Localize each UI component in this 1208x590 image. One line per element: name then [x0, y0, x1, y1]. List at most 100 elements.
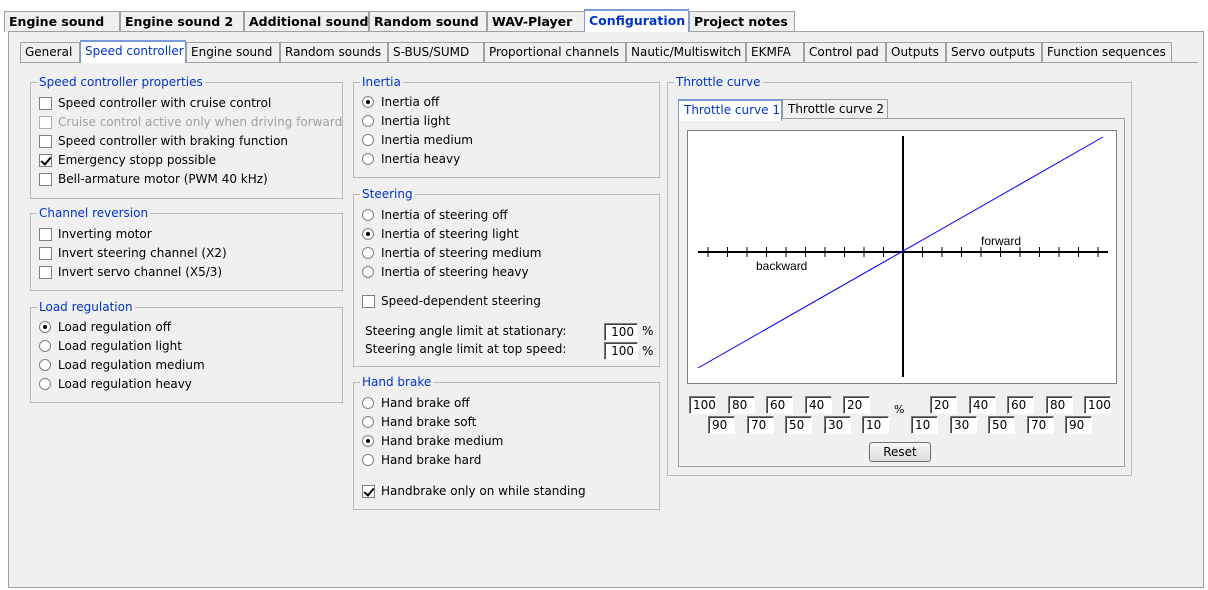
curve-point-input[interactable]: 20 — [843, 396, 870, 414]
hand-brake-medium-radio[interactable]: Hand brake medium — [362, 432, 503, 450]
tab-throttle-curve-2[interactable]: Throttle curve 2 — [782, 99, 888, 119]
curve-point-input[interactable]: 80 — [1046, 396, 1073, 414]
tab-configuration[interactable]: Configuration — [584, 9, 689, 32]
subtab-outputs[interactable]: Outputs — [886, 42, 946, 63]
tab-throttle-curve-1[interactable]: Throttle curve 1 — [678, 99, 782, 121]
curve-point-input[interactable]: 100 — [689, 396, 716, 414]
radio-button[interactable] — [362, 416, 374, 428]
steering-inertia-light-radio[interactable]: Inertia of steering light — [362, 225, 519, 243]
load-regulation-off-radio[interactable]: Load regulation off — [39, 318, 171, 336]
steering-inertia-medium-radio[interactable]: Inertia of steering medium — [362, 244, 541, 262]
speed-dependent-steering-checkbox[interactable]: Speed-dependent steering — [362, 292, 541, 310]
tab-project-notes[interactable]: Project notes — [689, 11, 795, 32]
radio-button[interactable] — [362, 96, 374, 108]
subtab-engine-sound[interactable]: Engine sound — [186, 42, 280, 63]
subtab-proportional-channels[interactable]: Proportional channels — [484, 42, 626, 63]
steering-inertia-heavy-radio[interactable]: Inertia of steering heavy — [362, 263, 529, 281]
hand-brake-soft-radio[interactable]: Hand brake soft — [362, 413, 476, 431]
handbrake-only-standing-checkbox[interactable]: Handbrake only on while standing — [362, 482, 586, 500]
inertia-off-radio[interactable]: Inertia off — [362, 93, 439, 111]
curve-point-input[interactable]: 40 — [805, 396, 832, 414]
subtab-random-sounds[interactable]: Random sounds — [280, 42, 388, 63]
limit-stationary-input[interactable]: 100 — [604, 323, 638, 341]
radio-button[interactable] — [39, 359, 51, 371]
subtab-control-pad[interactable]: Control pad — [804, 42, 886, 63]
checkbox-box[interactable] — [39, 115, 52, 129]
curve-point-input[interactable]: 90 — [1065, 416, 1092, 434]
curve-point-input[interactable]: 30 — [950, 416, 977, 434]
checkbox-box[interactable] — [362, 294, 375, 308]
tab-random-sound[interactable]: Random sound — [369, 11, 487, 32]
radio-button[interactable] — [362, 134, 374, 146]
curve-point-input[interactable]: 30 — [824, 416, 851, 434]
tab-wav-player[interactable]: WAV-Player — [487, 11, 585, 32]
curve-point-input[interactable]: 70 — [747, 416, 774, 434]
checkbox-box[interactable] — [39, 265, 52, 279]
limit-top-speed-input[interactable]: 100 — [604, 342, 638, 360]
steering-inertia-off-radio[interactable]: Inertia of steering off — [362, 206, 508, 224]
bell-armature-checkbox[interactable]: Bell-armature motor (PWM 40 kHz) — [39, 170, 268, 188]
subtab-nautic-multiswitch[interactable]: Nautic/Multiswitch — [626, 42, 746, 63]
radio-button[interactable] — [362, 209, 374, 221]
curve-point-input[interactable]: 20 — [930, 396, 957, 414]
curve-point-input[interactable]: 90 — [708, 416, 735, 434]
curve-point-input[interactable]: 50 — [988, 416, 1015, 434]
radio-button[interactable] — [362, 153, 374, 165]
radio-button[interactable] — [362, 435, 374, 447]
subtab-ekmfa[interactable]: EKMFA — [746, 42, 804, 63]
load-regulation-heavy-radio[interactable]: Load regulation heavy — [39, 375, 192, 393]
invert-steering-checkbox[interactable]: Invert steering channel (X2) — [39, 244, 227, 262]
group-title: Steering — [360, 187, 415, 201]
radio-button[interactable] — [362, 397, 374, 409]
tab-additional-sound[interactable]: Additional sound — [244, 11, 369, 32]
radio-button[interactable] — [362, 266, 374, 278]
invert-servo-checkbox[interactable]: Invert servo channel (X5/3) — [39, 263, 222, 281]
curve-point-input[interactable]: 10 — [862, 416, 889, 434]
curve-point-input[interactable]: 40 — [969, 396, 996, 414]
radio-button[interactable] — [39, 340, 51, 352]
radio-button[interactable] — [362, 115, 374, 127]
curve-point-input[interactable]: 10 — [911, 416, 938, 434]
checkbox-box[interactable] — [39, 153, 52, 167]
checkbox-box[interactable] — [39, 172, 52, 186]
load-regulation-light-radio[interactable]: Load regulation light — [39, 337, 182, 355]
radio-button[interactable] — [39, 378, 51, 390]
subtab-function-sequences[interactable]: Function sequences — [1042, 42, 1172, 63]
radio-button[interactable] — [39, 321, 51, 333]
subtab-servo-outputs[interactable]: Servo outputs — [946, 42, 1042, 63]
inertia-medium-radio[interactable]: Inertia medium — [362, 131, 473, 149]
checkbox-box[interactable] — [39, 227, 52, 241]
radio-label: Inertia off — [381, 95, 440, 109]
emergency-stop-checkbox[interactable]: Emergency stopp possible — [39, 151, 216, 169]
reset-button[interactable]: Reset — [869, 442, 931, 462]
curve-point-input[interactable]: 50 — [785, 416, 812, 434]
subtab-general[interactable]: General — [20, 42, 80, 63]
configuration-sub-tab-bar: General Speed controller Engine sound Ra… — [20, 40, 1200, 63]
tab-engine-sound[interactable]: Engine sound — [4, 11, 120, 32]
radio-button[interactable] — [362, 247, 374, 259]
curve-point-input[interactable]: 60 — [1007, 396, 1034, 414]
cruise-forward-checkbox[interactable]: Cruise control active only when driving … — [39, 113, 342, 131]
braking-function-checkbox[interactable]: Speed controller with braking function — [39, 132, 288, 150]
hand-brake-off-radio[interactable]: Hand brake off — [362, 394, 470, 412]
tab-engine-sound-2[interactable]: Engine sound 2 — [120, 11, 244, 32]
subtab-speed-controller[interactable]: Speed controller — [80, 40, 186, 63]
radio-button[interactable] — [362, 228, 374, 240]
checkbox-box[interactable] — [39, 96, 52, 110]
checkbox-box[interactable] — [362, 484, 375, 498]
subtab-sbus-sumd[interactable]: S-BUS/SUMD — [388, 42, 484, 63]
load-regulation-medium-radio[interactable]: Load regulation medium — [39, 356, 205, 374]
checkbox-box[interactable] — [39, 134, 52, 148]
inertia-heavy-radio[interactable]: Inertia heavy — [362, 150, 460, 168]
percent-label: % — [642, 324, 654, 338]
checkbox-box[interactable] — [39, 246, 52, 260]
hand-brake-hard-radio[interactable]: Hand brake hard — [362, 451, 481, 469]
cruise-control-checkbox[interactable]: Speed controller with cruise control — [39, 94, 271, 112]
curve-point-input[interactable]: 100 — [1084, 396, 1111, 414]
curve-point-input[interactable]: 80 — [728, 396, 755, 414]
inertia-light-radio[interactable]: Inertia light — [362, 112, 450, 130]
curve-point-input[interactable]: 70 — [1027, 416, 1054, 434]
inverting-motor-checkbox[interactable]: Inverting motor — [39, 225, 152, 243]
radio-button[interactable] — [362, 454, 374, 466]
curve-point-input[interactable]: 60 — [766, 396, 793, 414]
